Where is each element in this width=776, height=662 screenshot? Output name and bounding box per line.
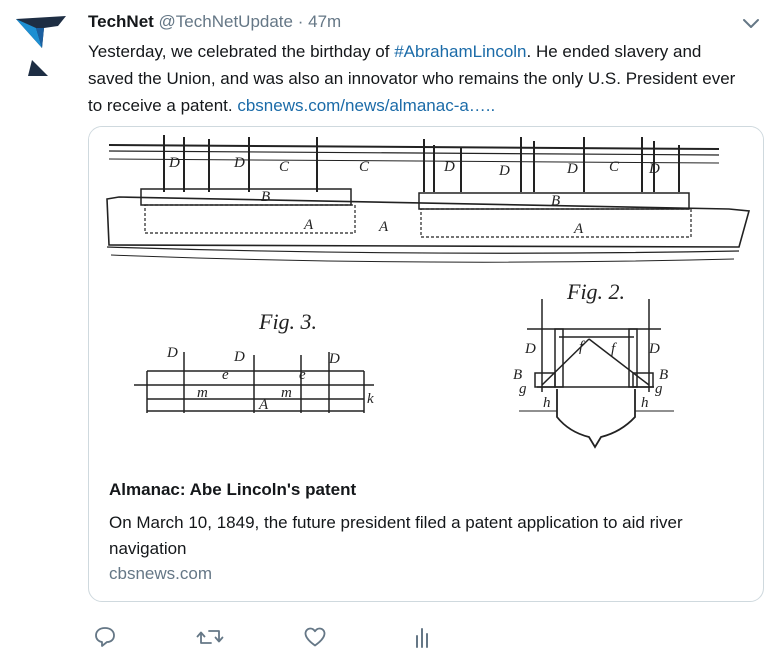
tweet-header: TechNet @TechNetUpdate · 47m [88,11,341,33]
reply-icon [95,627,115,647]
label-d: D [166,345,178,361]
label-a: A [258,397,269,413]
label-b: B [551,193,560,209]
label-a: A [378,219,389,235]
label-d: D [498,163,510,179]
label-e: e [299,367,306,383]
like-button[interactable] [302,624,330,652]
analytics-button[interactable] [410,624,438,652]
label-d: D [233,155,245,171]
label-d: D [566,161,578,177]
like-icon [304,627,326,647]
label-d: D [233,349,245,365]
label-e: e [222,367,229,383]
technet-logo-icon [16,16,66,76]
label-c: C [279,159,290,175]
label-d: D [524,341,536,357]
label-d: D [648,341,660,357]
retweet-icon [196,630,224,644]
card-description: On March 10, 1849, the future president … [109,513,683,558]
label-a: A [573,221,584,237]
label-d: D [443,159,455,175]
chevron-down-icon[interactable] [740,14,762,32]
tweet-text-before: Yesterday, we celebrated the birthday of [88,42,395,61]
label-m: m [281,385,292,401]
hashtag-link[interactable]: #AbrahamLincoln [394,42,526,61]
label-g: g [519,381,527,397]
timestamp[interactable]: 47m [308,12,341,31]
reply-button[interactable] [92,624,120,652]
analytics-icon [416,628,428,648]
article-link[interactable]: cbsnews.com/news/almanac-a….. [237,96,495,115]
author-name[interactable]: TechNet [88,12,154,31]
label-d: D [328,351,340,367]
patent-drawing-image: D D C C D D D C D B B A A A Fig. 3. D D … [89,127,763,463]
label-a: A [303,217,314,233]
label-f: f [611,341,617,357]
author-handle[interactable]: @TechNetUpdate [159,12,293,31]
fig2-label: Fig. 2. [566,279,625,304]
label-d: D [648,161,660,177]
separator-dot: · [297,12,304,31]
label-g: g [655,381,663,397]
label-b: B [261,189,270,205]
tweet-actions [88,624,448,654]
label-c: C [359,159,370,175]
label-f: f [579,339,585,355]
card-domain[interactable]: cbsnews.com [109,564,212,584]
card-title[interactable]: Almanac: Abe Lincoln's patent [109,480,356,500]
label-d: D [168,155,180,171]
retweet-button[interactable] [196,624,224,652]
label-h: h [641,395,649,411]
fig3-label: Fig. 3. [258,309,317,334]
label-k: k [367,391,374,407]
link-card[interactable]: D D C C D D D C D B B A A A Fig. 3. D D … [88,126,764,602]
avatar[interactable] [14,14,68,76]
label-h: h [543,395,551,411]
tweet-text: Yesterday, we celebrated the birthday of… [88,38,748,119]
label-c: C [609,159,620,175]
label-m: m [197,385,208,401]
